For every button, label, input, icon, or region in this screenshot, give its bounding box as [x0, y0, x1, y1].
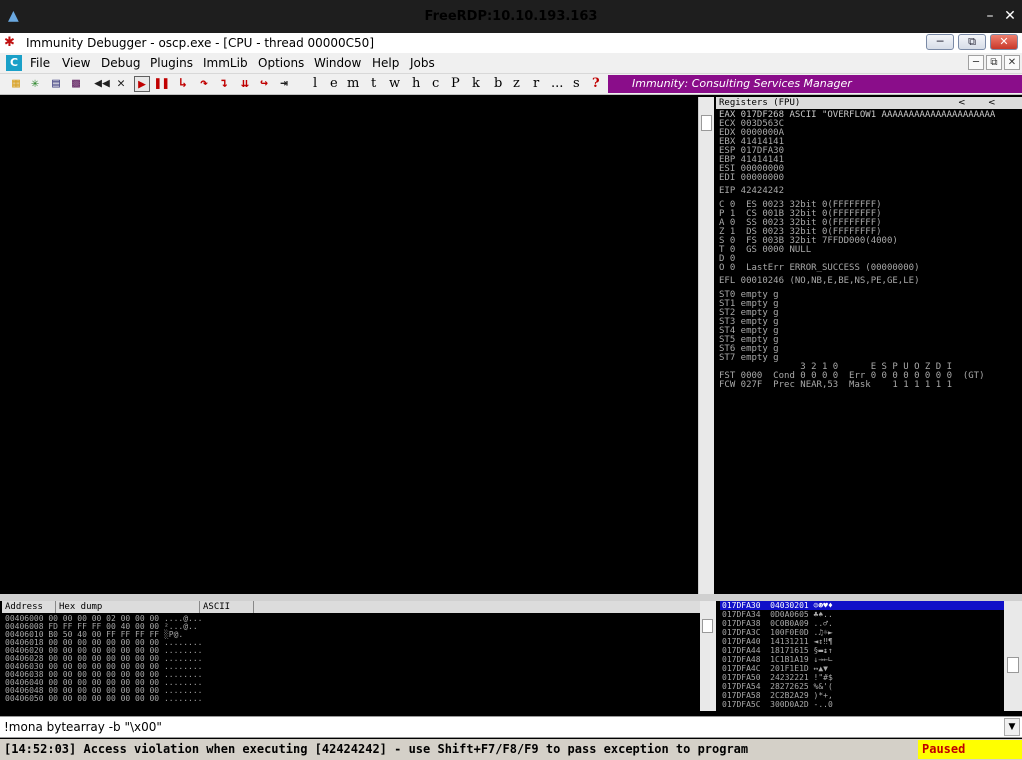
consulting-services-banner[interactable]: Immunity: Consulting Services Manager — [608, 75, 1022, 93]
cpu-disassembly-pane[interactable] — [2, 97, 698, 594]
rdp-minimize-button[interactable]: – — [982, 8, 998, 24]
toolbar-more-dots[interactable]: ... — [551, 76, 563, 92]
reg-flag-o-lasterr[interactable]: O 0 LastErr ERROR_SUCCESS (00000000) — [719, 264, 919, 273]
registers-prev-icon[interactable]: < — [958, 97, 966, 109]
rdp-window-title: FreeRDP:10.10.193.163 — [424, 9, 598, 24]
mdi-close-button[interactable]: ✕ — [1004, 55, 1020, 70]
execute-till-return-icon[interactable]: ↪ — [256, 76, 272, 92]
menu-view[interactable]: View — [62, 53, 90, 73]
step-over-icon[interactable]: ↷ — [196, 76, 212, 92]
attach-icon[interactable]: ✳ — [27, 76, 43, 92]
app-window-title: Immunity Debugger - oscp.exe - [CPU - th… — [26, 36, 374, 50]
log-window-icon[interactable]: ▩ — [68, 76, 84, 92]
stack-row[interactable]: 017DFA5C 300D0A2D -..0 — [722, 700, 833, 709]
stack-row[interactable]: 017DFA3C 100F0E0D .♫☼► — [722, 628, 833, 637]
dump-scrollbar[interactable] — [700, 601, 716, 711]
stack-row[interactable]: 017DFA34 0D0A0605 ♣♠.. — [722, 610, 833, 619]
command-input[interactable] — [2, 718, 1002, 736]
menu-jobs[interactable]: Jobs — [410, 53, 435, 73]
mdi-minimize-button[interactable]: ─ — [968, 55, 984, 70]
step-into-icon[interactable]: ↳ — [175, 76, 191, 92]
immunity-logo-icon: ✱ — [4, 35, 15, 50]
rdp-close-button[interactable]: ✕ — [1002, 8, 1018, 24]
app-close-button[interactable]: ✕ — [990, 34, 1018, 50]
toolbar-help-question[interactable]: ? — [592, 76, 600, 92]
stack-row[interactable]: 017DFA40 14131211 ◄↕‼¶ — [722, 637, 833, 646]
stack-row[interactable]: 017DFA4C 201F1E1D ↔▲▼ — [722, 664, 833, 673]
stack-row[interactable]: 017DFA44 18171615 §▬↨↑ — [722, 646, 833, 655]
toolbar-cpu-c[interactable]: c — [432, 76, 439, 92]
toolbar-handles-h[interactable]: h — [412, 76, 420, 92]
status-message: [14:52:03] Access violation when executi… — [4, 742, 749, 756]
dump-column-address[interactable]: Address — [2, 601, 56, 613]
close-process-icon[interactable]: ✕ — [114, 76, 128, 92]
toolbar-source-s[interactable]: s — [573, 76, 580, 92]
rewind-icon[interactable]: ◀◀ — [93, 76, 111, 92]
menu-file[interactable]: File — [30, 53, 50, 73]
dump-column-hex[interactable]: Hex dump — [56, 601, 200, 613]
toolbar-call-stack-k[interactable]: k — [472, 76, 480, 92]
stack-row[interactable]: 017DFA50 24232221 !"#$ — [722, 673, 833, 682]
toolbar-memory-m[interactable]: m — [347, 76, 359, 92]
toolbar-windows-w[interactable]: w — [389, 76, 400, 92]
stack-row[interactable]: 017DFA58 2C2B2A29 )*+, — [722, 691, 833, 700]
debugger-state-badge: Paused — [918, 740, 1022, 759]
stack-row[interactable]: 017DFA48 1C1B1A19 ↓→←∟ — [722, 655, 833, 664]
registers-header[interactable]: Registers (FPU) — [716, 97, 1022, 109]
app-minimize-button[interactable]: ─ — [926, 34, 954, 50]
open-folder-icon[interactable]: ▦ — [8, 76, 24, 92]
toolbar-log-l[interactable]: l — [313, 76, 317, 92]
stack-row[interactable]: 017DFA38 0C0B0A09 ..♂. — [722, 619, 833, 628]
stack-row[interactable]: 017DFA54 28272625 %&'( — [722, 682, 833, 691]
menu-options[interactable]: Options — [258, 53, 304, 73]
menu-plugins[interactable]: Plugins — [150, 53, 193, 73]
registers-next-icon[interactable]: < — [988, 97, 996, 109]
run-icon[interactable]: ▶ — [134, 76, 150, 92]
reg-efl[interactable]: EFL 00010246 (NO,NB,E,BE,NS,PE,GE,LE) — [719, 277, 919, 286]
registers-scrollbar[interactable] — [698, 97, 714, 594]
mdi-restore-button[interactable]: ⧉ — [986, 55, 1002, 70]
toolbar-breakpoints-b[interactable]: b — [494, 76, 502, 92]
reg-edi[interactable]: EDI 00000000 — [719, 174, 784, 183]
dump-column-ascii[interactable]: ASCII — [200, 601, 254, 613]
memory-window-icon[interactable]: ▤ — [48, 76, 64, 92]
app-restore-button[interactable]: ⧉ — [958, 34, 986, 50]
reg-fcw[interactable]: FCW 027F Prec NEAR,53 Mask 1 1 1 1 1 1 — [719, 381, 952, 390]
trace-into-icon[interactable]: ↴ — [216, 76, 232, 92]
toolbar-threads-t[interactable]: t — [371, 76, 376, 92]
toolbar-exec-modules-e[interactable]: e — [330, 76, 338, 92]
toolbar-hardware-bp-z[interactable]: z — [513, 76, 520, 92]
reg-eip[interactable]: EIP 42424242 — [719, 187, 784, 196]
dump-row[interactable]: 00406050 00 00 00 00 00 00 00 00 .......… — [5, 695, 202, 703]
stack-row[interactable]: 017DFA30 04030201 ☺☻♥♦ — [722, 601, 833, 610]
pane-splitter[interactable] — [0, 594, 1022, 601]
trace-over-icon[interactable]: ⇊ — [237, 76, 253, 92]
command-history-dropdown[interactable]: ▼ — [1004, 718, 1020, 736]
cpu-window-icon: C — [6, 55, 22, 71]
stack-scrollbar[interactable] — [1004, 601, 1022, 711]
menu-help[interactable]: Help — [372, 53, 399, 73]
menu-window[interactable]: Window — [314, 53, 361, 73]
pause-icon[interactable]: ❚❚ — [154, 76, 170, 92]
menu-immlib[interactable]: ImmLib — [203, 53, 248, 73]
toolbar-patches-p[interactable]: P — [451, 76, 460, 92]
menu-debug[interactable]: Debug — [101, 53, 140, 73]
go-to-icon[interactable]: ⇥ — [276, 76, 292, 92]
toolbar-run-trace-r[interactable]: r — [533, 76, 539, 92]
